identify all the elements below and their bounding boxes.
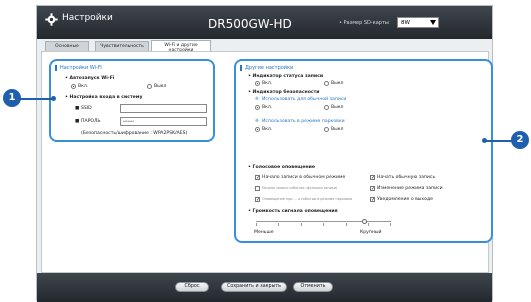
cancel-button[interactable]: Отменить — [293, 282, 333, 292]
callout-2-badge: 2 — [511, 131, 529, 149]
volume-slider-knob[interactable] — [361, 219, 367, 224]
tab-content: Настройки Wi-Fi • Автозапуск Wi-Fi Вкл. … — [41, 51, 493, 273]
voice-normal-start-checkbox[interactable]: ✓ — [255, 175, 260, 181]
rec-status-on-radio[interactable] — [255, 81, 260, 86]
voice-exit-notify-label: Уведомление о выходе — [377, 197, 433, 202]
voice-notification-label: • Голосовое оповещение — [248, 165, 316, 170]
rec-status-off-label: Выкл — [331, 81, 344, 86]
parking-rec-label: Использовать в режиме парковки — [262, 119, 345, 124]
slider-tick — [346, 223, 347, 226]
parking-rec-bullet: ※ — [255, 119, 259, 124]
rec-status-on-label: Вкл. — [262, 81, 273, 86]
reset-button[interactable]: Сброс — [175, 282, 209, 292]
normal-rec-bullet: ※ — [255, 97, 259, 102]
normal-security-on-radio[interactable] — [255, 105, 260, 110]
settings-window: Настройки DR500GW-HD • Размер SD-карты 8… — [36, 5, 493, 302]
wifi-autostart-label: • Автозапуск Wi-Fi — [65, 76, 115, 81]
slider-tick — [301, 223, 302, 226]
sd-card-size-value: 8W — [401, 20, 410, 26]
save-close-button[interactable]: Сохранить и закрыть — [221, 282, 287, 292]
volume-label: • Громкость сигнала оповещения — [248, 209, 338, 214]
slider-tick — [256, 223, 257, 226]
gear-icon — [45, 13, 58, 26]
slider-tick — [323, 223, 324, 226]
callout-1-dot — [51, 96, 56, 101]
rec-status-indicator-label: • Индикатор статуса записи — [248, 74, 324, 79]
tab-wifi-other[interactable]: Wi-Fi и другие настройки — [151, 40, 211, 53]
ssid-label: SSID — [81, 106, 92, 111]
parking-security-on-radio[interactable] — [255, 127, 260, 132]
rec-status-off-radio[interactable] — [324, 81, 329, 86]
footer-bar: Сброс Сохранить и закрыть Отменить — [37, 273, 492, 302]
normal-security-off-radio[interactable] — [324, 105, 329, 110]
wifi-autostart-on-radio[interactable] — [71, 84, 76, 89]
other-settings-panel: Другие настройки • Индикатор статуса зап… — [234, 59, 493, 243]
voice-event-start-label: Начало записи события (функция записи) — [262, 186, 338, 190]
callout-1-line — [19, 98, 53, 100]
wifi-section-title: Настройки Wi-Fi — [60, 65, 102, 71]
callout-1-badge: 1 — [3, 89, 21, 107]
normal-security-on-label: Вкл. — [262, 105, 273, 110]
wifi-settings-panel: Настройки Wi-Fi • Автозапуск Wi-Fi Вкл. … — [49, 59, 215, 142]
voice-begin-normal-label: Начать обычную запись — [377, 175, 436, 180]
password-bullet: ■ — [75, 119, 80, 124]
volume-slider[interactable] — [256, 217, 391, 227]
volume-max-label: Крупный — [360, 230, 382, 235]
slider-tick — [368, 223, 369, 226]
section-marker — [55, 65, 57, 71]
slider-tick — [390, 223, 391, 226]
voice-mode-change-checkbox[interactable]: ✓ — [370, 186, 375, 192]
normal-security-off-label: Выкл — [331, 105, 344, 110]
sd-card-size-label: • Размер SD-карты — [339, 20, 389, 26]
wifi-autostart-off-radio[interactable] — [147, 84, 152, 89]
ssid-bullet: ■ — [75, 106, 80, 111]
security-indicator-label: • Индикатор безопасности — [248, 90, 320, 95]
voice-parking-event-checkbox[interactable]: ✓ — [255, 197, 260, 203]
voice-mode-change-label: Изменение режима записи — [377, 186, 443, 191]
wifi-autostart-off-label: Выкл — [154, 84, 167, 89]
voice-begin-normal-checkbox[interactable]: ✓ — [370, 175, 375, 181]
slider-tick — [278, 223, 279, 226]
parking-security-off-radio[interactable] — [324, 127, 329, 132]
other-section-title: Другие настройки — [245, 65, 294, 71]
section-marker — [240, 65, 242, 71]
volume-min-label: Меньше — [254, 230, 274, 235]
title-bar: Настройки DR500GW-HD • Размер SD-карты 8… — [37, 6, 492, 39]
tab-basic[interactable]: Основные — [45, 41, 89, 51]
sd-card-size-select[interactable]: 8W — [397, 17, 439, 28]
password-input[interactable] — [120, 117, 207, 126]
login-settings-label: • Настройка входа в систему — [65, 95, 143, 100]
wifi-autostart-on-label: Вкл. — [78, 84, 89, 89]
voice-exit-notify-checkbox[interactable]: ✓ — [370, 197, 375, 203]
tab-sensitivity[interactable]: Чувствительность — [95, 41, 149, 51]
voice-parking-event-label: Оповещение при ... о событии в режиме па… — [262, 197, 353, 201]
voice-event-start-checkbox[interactable] — [255, 186, 260, 191]
password-label: ПАРОЛЬ — [81, 119, 101, 124]
chevron-down-icon — [430, 20, 436, 25]
callout-2-dot — [482, 138, 487, 143]
model-name: DR500GW-HD — [208, 17, 292, 31]
parking-security-on-label: Вкл. — [262, 127, 273, 132]
normal-rec-label: Использовать для обычной записи — [262, 97, 347, 102]
voice-normal-start-label: Начало записи в обычном режиме — [262, 175, 346, 180]
slider-track — [256, 221, 391, 222]
callout-2-line — [484, 140, 514, 142]
window-title: Настройки — [62, 13, 113, 23]
parking-security-off-label: Выкл — [331, 127, 344, 132]
ssid-input[interactable] — [120, 104, 207, 113]
security-note: (Безопасность/шифрование : WPA2PSK/AES) — [81, 131, 188, 136]
